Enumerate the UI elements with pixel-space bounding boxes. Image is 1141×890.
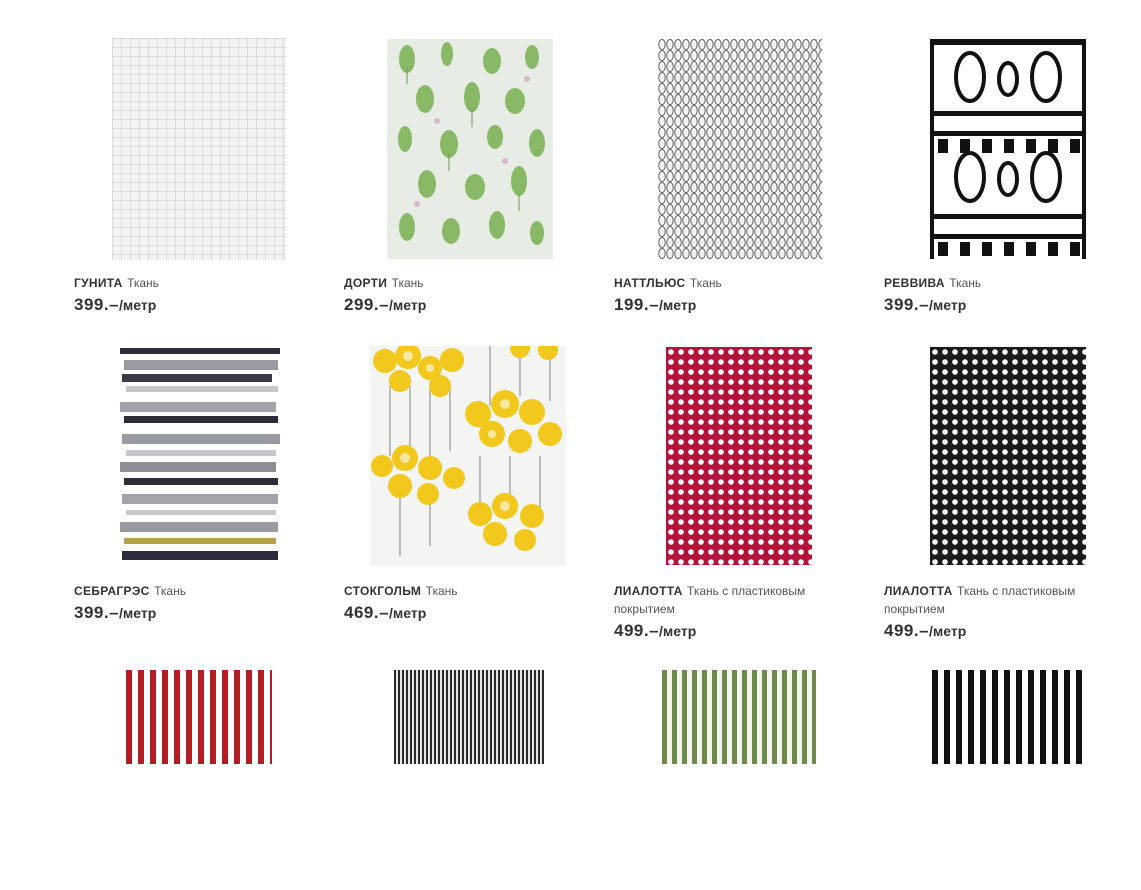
fabric-wave-mesh-image [658, 39, 822, 259]
product-name[interactable]: НАТТЛЬЮС [614, 276, 685, 290]
product-name[interactable]: ЛИАЛОТТА [884, 584, 953, 598]
product-image-link[interactable] [74, 670, 324, 890]
product-price: 399.– [74, 603, 120, 622]
fabric-yellow-flowers-image [370, 346, 566, 566]
price-unit: /метр [929, 623, 967, 639]
product-type: Ткань [425, 584, 458, 598]
product-image-link[interactable] [614, 670, 864, 890]
cut-off-heading [650, 0, 690, 3]
price-unit: /метр [929, 297, 967, 313]
product-image-link[interactable] [74, 346, 324, 566]
product-price: 199.– [614, 295, 660, 314]
fabric-red-stripes-image [126, 670, 272, 764]
fabric-botanical-image [387, 39, 553, 259]
product-meta: СТОКГОЛЬМ Ткань 469.–/метр [344, 582, 594, 623]
fabric-stripes-grey-image [120, 346, 280, 566]
product-price: 499.– [614, 621, 660, 640]
fabric-green-stripes-image [662, 670, 816, 764]
product-type: Ткань [154, 584, 186, 598]
product-type: Ткань [391, 276, 424, 290]
product-image-link[interactable] [614, 346, 864, 566]
product-meta: ГУНИТА Ткань 399.–/метр [74, 274, 324, 315]
product-name[interactable]: ЛИАЛОТТА [614, 584, 683, 598]
product-name[interactable]: СТОКГОЛЬМ [344, 584, 421, 598]
product-price: 399.– [884, 295, 930, 314]
product-price: 399.– [74, 295, 120, 314]
price-unit: /метр [659, 297, 697, 313]
price-unit: /метр [119, 297, 157, 313]
product-name[interactable]: ДОРТИ [344, 276, 387, 290]
product-meta: ЛИАЛОТТА Ткань с пластиковым покрытием 4… [884, 582, 1134, 641]
product-name[interactable]: РЕВВИВА [884, 276, 945, 290]
fabric-black-stripes-image [932, 670, 1084, 764]
product-price: 299.– [344, 295, 390, 314]
product-meta: ЛИАЛОТТА Ткань с пластиковым покрытием 4… [614, 582, 864, 641]
product-image-link[interactable] [344, 670, 594, 890]
product-image-link[interactable] [74, 38, 324, 260]
fabric-black-polka-dot-image [930, 347, 1086, 565]
product-image-link[interactable] [614, 38, 864, 259]
product-meta: НАТТЛЬЮС Ткань 199.–/метр [614, 274, 864, 315]
product-type: Ткань [689, 276, 722, 290]
product-meta: ДОРТИ Ткань 299.–/метр [344, 274, 594, 315]
product-meta: СЕБРАГРЭС Ткань 399.–/метр [74, 582, 324, 623]
product-name[interactable]: ГУНИТА [74, 276, 123, 290]
product-meta: РЕВВИВА Ткань 399.–/метр [884, 274, 1134, 315]
fabric-ornament-image [930, 39, 1086, 259]
product-type: Ткань [127, 276, 159, 290]
fabric-red-polka-dot-image [666, 347, 812, 565]
price-unit: /метр [659, 623, 697, 639]
price-unit: /метр [389, 605, 427, 621]
product-price: 499.– [884, 621, 930, 640]
product-image-link[interactable] [344, 38, 594, 259]
product-price: 469.– [344, 603, 390, 622]
price-unit: /метр [119, 605, 157, 621]
fabric-thin-stripes-image [394, 670, 544, 764]
product-type: Ткань [949, 276, 982, 290]
product-image-link[interactable] [884, 670, 1134, 890]
price-unit: /метр [389, 297, 427, 313]
product-image-link[interactable] [884, 38, 1134, 259]
product-image-link[interactable] [344, 346, 594, 566]
product-image-link[interactable] [884, 346, 1134, 566]
product-name[interactable]: СЕБРАГРЭС [74, 584, 150, 598]
fabric-grid-image [112, 38, 286, 260]
